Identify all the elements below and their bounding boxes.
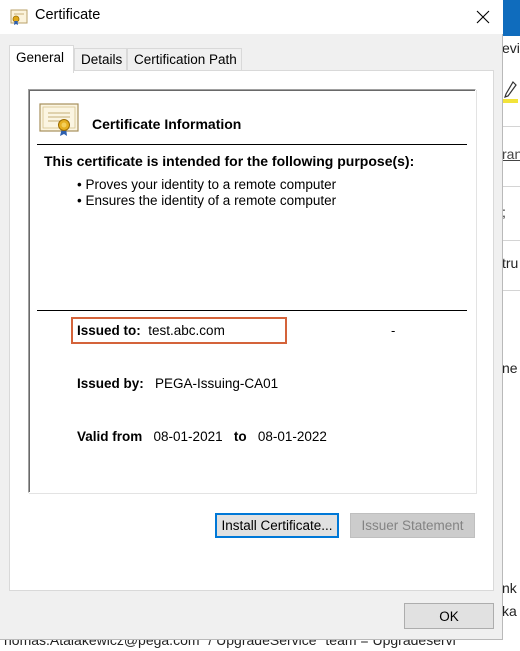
valid-to-value: 08-01-2022 bbox=[257, 429, 327, 444]
valid-from-value: 08-01-2021 bbox=[153, 429, 223, 444]
screen: evi ran ; tru ne nk ka nomas.Atalakewicz… bbox=[0, 0, 520, 651]
divider bbox=[37, 144, 467, 145]
background-text: ka bbox=[502, 603, 517, 619]
install-certificate-button[interactable]: Install Certificate... bbox=[215, 513, 339, 538]
purpose-list: • Proves your identity to a remote compu… bbox=[77, 177, 336, 209]
purpose-item: • Proves your identity to a remote compu… bbox=[77, 177, 337, 192]
highlight-marker bbox=[502, 99, 518, 103]
background-text: evi bbox=[502, 40, 520, 56]
pencil-icon[interactable] bbox=[503, 80, 517, 100]
ok-button[interactable]: OK bbox=[404, 603, 494, 629]
issued-by-value: PEGA-Issuing-CA01 bbox=[155, 376, 279, 391]
close-button[interactable] bbox=[464, 2, 502, 32]
tab-general[interactable]: General bbox=[9, 45, 74, 73]
window-title: Certificate bbox=[35, 7, 101, 23]
certificate-icon bbox=[10, 9, 28, 25]
certificate-dialog: Certificate General Details Certificatio… bbox=[0, 0, 503, 640]
background-text: tru bbox=[502, 255, 519, 271]
tab-details[interactable]: Details bbox=[74, 48, 127, 72]
validity-row: Valid from 08-01-2021 to 08-01-2022 bbox=[77, 429, 327, 444]
issued-to-label: Issued to: bbox=[77, 323, 141, 338]
general-tab-panel: Certificate Information This certificate… bbox=[9, 70, 494, 591]
certificate-info-box: Certificate Information This certificate… bbox=[28, 89, 476, 493]
background-divider bbox=[500, 126, 520, 127]
valid-to-label: to bbox=[233, 429, 247, 444]
close-icon bbox=[476, 10, 490, 24]
background-text: nk bbox=[502, 580, 517, 596]
issued-to-row: Issued to: test.abc.com bbox=[77, 323, 225, 338]
issuer-statement-button[interactable]: Issuer Statement bbox=[350, 513, 475, 538]
issued-by-label: Issued by: bbox=[77, 376, 144, 391]
dash-text: - bbox=[391, 323, 396, 338]
background-text: ne bbox=[502, 360, 518, 376]
divider bbox=[37, 310, 467, 311]
background-window: evi ran ; tru ne nk ka bbox=[500, 0, 520, 651]
purpose-item: • Ensures the identity of a remote compu… bbox=[77, 193, 337, 208]
issued-to-value: test.abc.com bbox=[148, 323, 225, 338]
background-divider bbox=[500, 240, 520, 241]
title-bar[interactable]: Certificate bbox=[0, 0, 503, 34]
certificate-information-heading: Certificate Information bbox=[92, 116, 242, 132]
background-divider bbox=[500, 186, 520, 187]
background-title-bar bbox=[500, 0, 520, 36]
issued-by-row: Issued by: PEGA-Issuing-CA01 bbox=[77, 376, 278, 391]
background-divider bbox=[500, 290, 520, 291]
background-link[interactable]: ran bbox=[502, 146, 520, 162]
certificate-icon bbox=[39, 103, 79, 136]
tab-certification-path[interactable]: Certification Path bbox=[127, 48, 242, 72]
purpose-heading: This certificate is intended for the fol… bbox=[44, 153, 415, 169]
valid-from-label: Valid from bbox=[77, 429, 143, 444]
